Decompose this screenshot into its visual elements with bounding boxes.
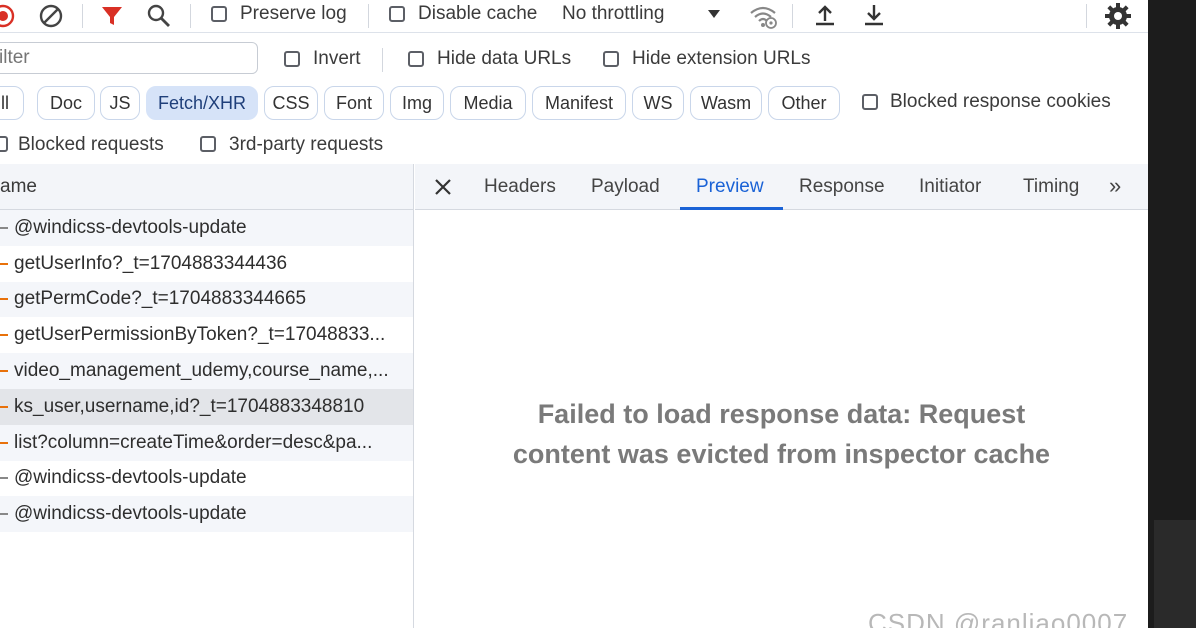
hide-extension-urls-checkbox[interactable] bbox=[603, 51, 619, 67]
request-type-icon bbox=[0, 298, 8, 301]
request-name: video_management_udemy,course_name,... bbox=[14, 360, 389, 382]
type-chip-img[interactable]: Img bbox=[390, 86, 444, 120]
type-chip-ws[interactable]: WS bbox=[632, 86, 684, 120]
dropdown-arrow-icon[interactable] bbox=[706, 6, 722, 22]
type-chip-font[interactable]: Font bbox=[324, 86, 384, 120]
close-icon[interactable] bbox=[433, 177, 453, 197]
type-chip-fetch-xhr[interactable]: Fetch/XHR bbox=[146, 86, 258, 120]
filter-divider bbox=[382, 48, 383, 72]
request-name: @windicss-devtools-update bbox=[14, 503, 247, 525]
preserve-log-checkbox[interactable] bbox=[211, 6, 227, 22]
preserve-log-label: Preserve log bbox=[240, 3, 347, 24]
disable-cache-label: Disable cache bbox=[418, 3, 538, 24]
network-panel: Preserve log Disable cache No throttling bbox=[0, 0, 1148, 628]
type-chip-css[interactable]: CSS bbox=[264, 86, 318, 120]
toolbar-divider bbox=[792, 4, 793, 28]
request-type-icon bbox=[0, 262, 8, 265]
request-type-icon bbox=[0, 441, 8, 444]
clear-icon[interactable] bbox=[38, 3, 64, 29]
more-tabs-chevron-icon[interactable]: » bbox=[1109, 173, 1121, 199]
network-toolbar: Preserve log Disable cache No throttling bbox=[0, 0, 1148, 33]
invert-checkbox[interactable] bbox=[284, 51, 300, 67]
request-row[interactable]: getUserPermissionByToken?_t=17048833... bbox=[0, 317, 413, 353]
request-options-row: Blocked requests 3rd-party requests bbox=[0, 126, 1148, 164]
toolbar-divider bbox=[82, 4, 83, 28]
active-tab-indicator bbox=[680, 207, 783, 210]
toolbar-divider bbox=[1086, 4, 1087, 28]
filter-row: Invert Hide data URLs Hide extension URL… bbox=[0, 38, 1148, 82]
request-row[interactable]: @windicss-devtools-update bbox=[0, 461, 413, 497]
throttling-select[interactable]: No throttling bbox=[562, 3, 664, 25]
type-chip-js[interactable]: JS bbox=[100, 86, 140, 120]
request-row[interactable]: getPermCode?_t=1704883344665 bbox=[0, 281, 413, 318]
type-chip-other[interactable]: Other bbox=[768, 86, 840, 120]
request-row[interactable]: @windicss-devtools-update bbox=[0, 496, 413, 533]
details-tab-bar: Headers Payload Preview Response Initiat… bbox=[415, 164, 1148, 210]
blocked-response-cookies-label: Blocked response cookies bbox=[890, 91, 1111, 112]
request-row[interactable]: @windicss-devtools-update bbox=[0, 210, 413, 246]
request-type-icon bbox=[0, 405, 8, 408]
watermark: CSDN @ranliao0007 bbox=[868, 608, 1129, 628]
import-har-icon[interactable] bbox=[812, 2, 838, 28]
dark-panel-block bbox=[1154, 520, 1196, 628]
request-row[interactable]: video_management_udemy,course_name,... bbox=[0, 353, 413, 389]
search-icon[interactable] bbox=[146, 3, 172, 29]
request-name: getPermCode?_t=1704883344665 bbox=[14, 288, 307, 310]
request-name: getUserInfo?_t=1704883344436 bbox=[14, 252, 288, 274]
request-details-panel: Headers Payload Preview Response Initiat… bbox=[415, 164, 1148, 628]
error-message-line: content was evicted from inspector cache bbox=[512, 439, 1051, 469]
request-list: ame @windicss-devtools-update getUserInf… bbox=[0, 164, 414, 628]
third-party-requests-checkbox[interactable] bbox=[200, 136, 216, 152]
toolbar-divider bbox=[190, 4, 191, 28]
request-row[interactable]: getUserInfo?_t=1704883344436 bbox=[0, 246, 413, 282]
request-type-icon bbox=[0, 477, 8, 480]
request-type-icon bbox=[0, 513, 8, 516]
request-name: list?column=createTime&order=desc&pa... bbox=[14, 431, 373, 453]
request-row[interactable]: list?column=createTime&order=desc&pa... bbox=[0, 424, 413, 461]
type-chip-manifest[interactable]: Manifest bbox=[532, 86, 626, 120]
filter-icon[interactable] bbox=[100, 4, 124, 28]
hide-data-urls-label: Hide data URLs bbox=[437, 48, 572, 69]
filter-input[interactable] bbox=[0, 42, 258, 74]
request-name: @windicss-devtools-update bbox=[14, 467, 247, 489]
resource-type-filters: ll Doc JS Fetch/XHR CSS Font Img Media M… bbox=[0, 82, 1148, 126]
name-column-label: ame bbox=[0, 175, 37, 197]
request-type-icon bbox=[0, 334, 8, 337]
third-party-requests-label: 3rd-party requests bbox=[229, 134, 384, 155]
request-name: @windicss-devtools-update bbox=[14, 216, 247, 238]
settings-gear-icon[interactable] bbox=[1103, 1, 1133, 31]
hide-extension-urls-label: Hide extension URLs bbox=[632, 48, 811, 69]
error-message-line: Failed to load response data: Request bbox=[537, 399, 1026, 429]
hide-data-urls-checkbox[interactable] bbox=[408, 51, 424, 67]
toolbar-divider bbox=[368, 4, 369, 28]
adjacent-window-dark-area bbox=[1148, 0, 1196, 628]
tab-response[interactable]: Response bbox=[799, 176, 885, 198]
type-chip-doc[interactable]: Doc bbox=[37, 86, 95, 120]
tab-preview[interactable]: Preview bbox=[696, 176, 764, 198]
request-name: ks_user,username,id?_t=1704883348810 bbox=[14, 395, 365, 417]
preview-error-message: Failed to load response data: Request co… bbox=[415, 394, 1148, 474]
type-chip-all[interactable]: ll bbox=[0, 86, 24, 120]
request-name: getUserPermissionByToken?_t=17048833... bbox=[14, 324, 386, 346]
tab-initiator[interactable]: Initiator bbox=[919, 176, 981, 198]
type-chip-media[interactable]: Media bbox=[450, 86, 526, 120]
request-type-icon bbox=[0, 226, 8, 229]
tab-headers[interactable]: Headers bbox=[484, 176, 556, 198]
request-row-selected[interactable]: ks_user,username,id?_t=1704883348810 bbox=[0, 388, 413, 425]
request-type-icon bbox=[0, 370, 8, 373]
tab-payload[interactable]: Payload bbox=[591, 176, 660, 198]
disable-cache-checkbox[interactable] bbox=[389, 6, 405, 22]
record-stop-icon[interactable] bbox=[0, 3, 16, 29]
blocked-requests-checkbox[interactable] bbox=[0, 136, 8, 152]
tab-timing[interactable]: Timing bbox=[1023, 176, 1079, 198]
export-har-icon[interactable] bbox=[861, 2, 887, 28]
name-column-header[interactable]: ame bbox=[0, 164, 413, 210]
invert-label: Invert bbox=[313, 48, 361, 69]
blocked-response-cookies-checkbox[interactable] bbox=[862, 94, 878, 110]
blocked-requests-label: Blocked requests bbox=[18, 134, 164, 155]
type-chip-wasm[interactable]: Wasm bbox=[690, 86, 762, 120]
network-conditions-icon[interactable] bbox=[748, 2, 778, 30]
